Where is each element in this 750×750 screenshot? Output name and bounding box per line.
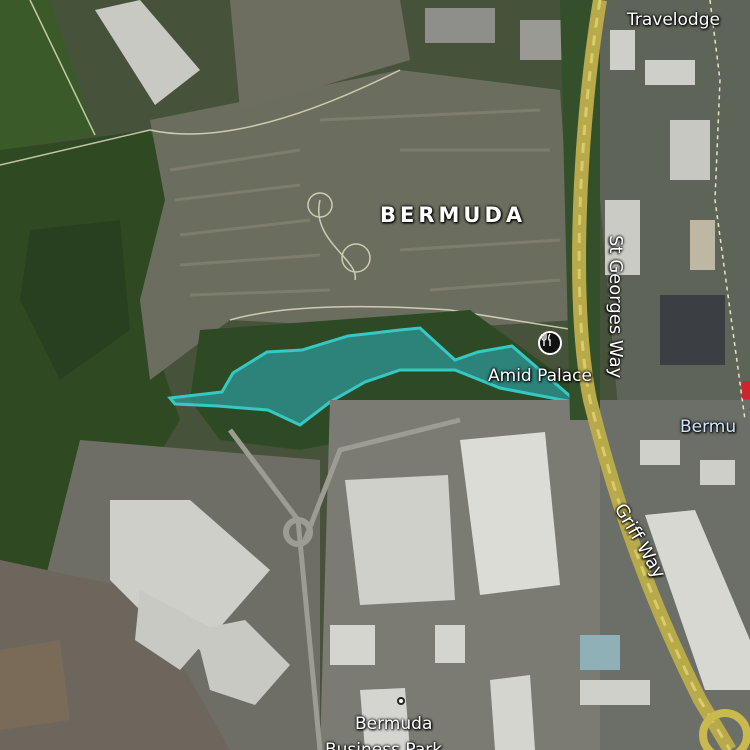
restaurant-glyph [541, 333, 551, 346]
road-label-st-georges-way: St Georges Way [605, 235, 626, 379]
bus-stop-icon[interactable] [742, 381, 750, 399]
poi-label-bermuda-business[interactable]: Bermuda [355, 714, 432, 734]
location-dot-icon[interactable] [397, 697, 405, 705]
road-label-st-georges-way-wrap: St Georges Way [605, 235, 626, 378]
satellite-imagery [0, 0, 750, 750]
area-label-bermuda: BERMUDA [380, 203, 527, 227]
poi-label-business-park[interactable]: Business Park [325, 740, 442, 750]
map-view[interactable]: BERMUDA Travelodge St Georges Way Amid P… [0, 0, 750, 750]
fork-knife-icon[interactable] [538, 331, 562, 355]
poi-label-amid-palace[interactable]: Amid Palace [488, 366, 592, 386]
poi-label-bermu[interactable]: Bermu [680, 417, 736, 437]
poi-label-travelodge[interactable]: Travelodge [627, 10, 720, 30]
